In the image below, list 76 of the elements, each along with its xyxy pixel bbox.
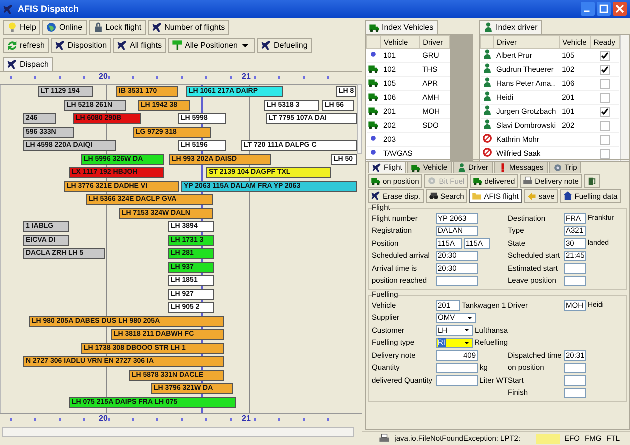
hour-label: 20: [99, 72, 108, 81]
plane-icon: [371, 191, 381, 201]
checkbox[interactable]: [600, 64, 610, 74]
bulb-icon: [7, 22, 18, 33]
truck-icon: [368, 91, 378, 102]
folder-icon: [472, 191, 482, 201]
dropdown-button[interactable]: Alle Positionen: [168, 38, 255, 53]
lock-icon: [92, 22, 104, 33]
plane-icon: [3, 4, 14, 14]
printer-icon: [378, 433, 390, 444]
close-icon[interactable]: [613, 2, 627, 16]
input-field[interactable]: [564, 263, 586, 274]
toolbar-button[interactable]: Online: [42, 20, 87, 35]
truck-icon: [368, 77, 378, 88]
plane-icon: [260, 40, 272, 51]
person-icon: [482, 77, 492, 88]
globe-icon: [46, 22, 58, 33]
printer-icon: [523, 176, 534, 186]
tab[interactable]: Index driver: [479, 20, 542, 34]
toolbar-button[interactable]: Disposition: [50, 38, 112, 53]
plane-icon: [117, 40, 128, 51]
pump-button[interactable]: [584, 174, 600, 188]
checkbox[interactable]: [600, 106, 610, 116]
input-field[interactable]: [564, 388, 586, 398]
person-icon: [482, 119, 492, 130]
number-field[interactable]: [436, 375, 478, 386]
tab[interactable]: Index Vehicles: [365, 20, 438, 34]
input-field[interactable]: [436, 276, 478, 286]
arrow-icon: [526, 191, 537, 201]
minimize-icon[interactable]: [581, 2, 595, 16]
plane-icon: [372, 162, 382, 172]
toolbar-button[interactable]: Defueling: [256, 38, 312, 53]
truck-icon: [411, 162, 422, 172]
truck-icon: [371, 176, 381, 186]
person-icon: [456, 162, 467, 172]
input-field[interactable]: [564, 276, 586, 286]
status-indicator: [536, 434, 560, 444]
truck-icon: [368, 63, 378, 74]
checkbox[interactable]: [600, 148, 610, 158]
signpost-icon: [172, 40, 184, 51]
arrows-icon: [7, 40, 18, 51]
toolbar-button[interactable]: All flights: [113, 38, 166, 53]
truck-icon: [369, 22, 380, 33]
toolbar-button[interactable]: Number of flights: [148, 20, 230, 35]
person-icon: [482, 49, 492, 60]
checkbox[interactable]: [600, 78, 610, 88]
toolbar-button[interactable]: Help: [3, 20, 40, 35]
input-field[interactable]: [564, 362, 586, 373]
window-title: AFIS Dispatch: [18, 4, 80, 14]
plane-icon: [7, 59, 18, 70]
person-icon: [482, 91, 492, 102]
toolbar-button[interactable]: refresh: [3, 38, 49, 53]
toolbar-button[interactable]: Lock flight: [88, 20, 146, 35]
checkbox[interactable]: [600, 120, 610, 130]
number-field[interactable]: [436, 362, 478, 373]
maximize-icon[interactable]: [597, 2, 611, 16]
hour-label: 20: [99, 414, 108, 423]
binoculars-icon: [428, 191, 439, 201]
house-icon: [562, 191, 573, 201]
plane-icon: [54, 40, 66, 51]
truck-icon: [472, 176, 483, 186]
person-icon: [483, 22, 494, 33]
truck-icon: [368, 105, 378, 116]
scrollbar[interactable]: [2, 427, 354, 437]
person-icon: [482, 63, 492, 74]
input-field[interactable]: [564, 375, 586, 386]
checkbox[interactable]: [600, 134, 610, 144]
tab[interactable]: Dispach: [3, 57, 53, 71]
checkbox[interactable]: [600, 50, 610, 60]
hour-label: 21: [242, 72, 251, 81]
hour-label: 21: [242, 414, 251, 423]
truck-icon: [368, 119, 378, 130]
plane-icon: [152, 22, 163, 33]
person-icon: [482, 105, 492, 116]
scrollbar[interactable]: [357, 84, 362, 154]
checkbox[interactable]: [600, 92, 610, 102]
